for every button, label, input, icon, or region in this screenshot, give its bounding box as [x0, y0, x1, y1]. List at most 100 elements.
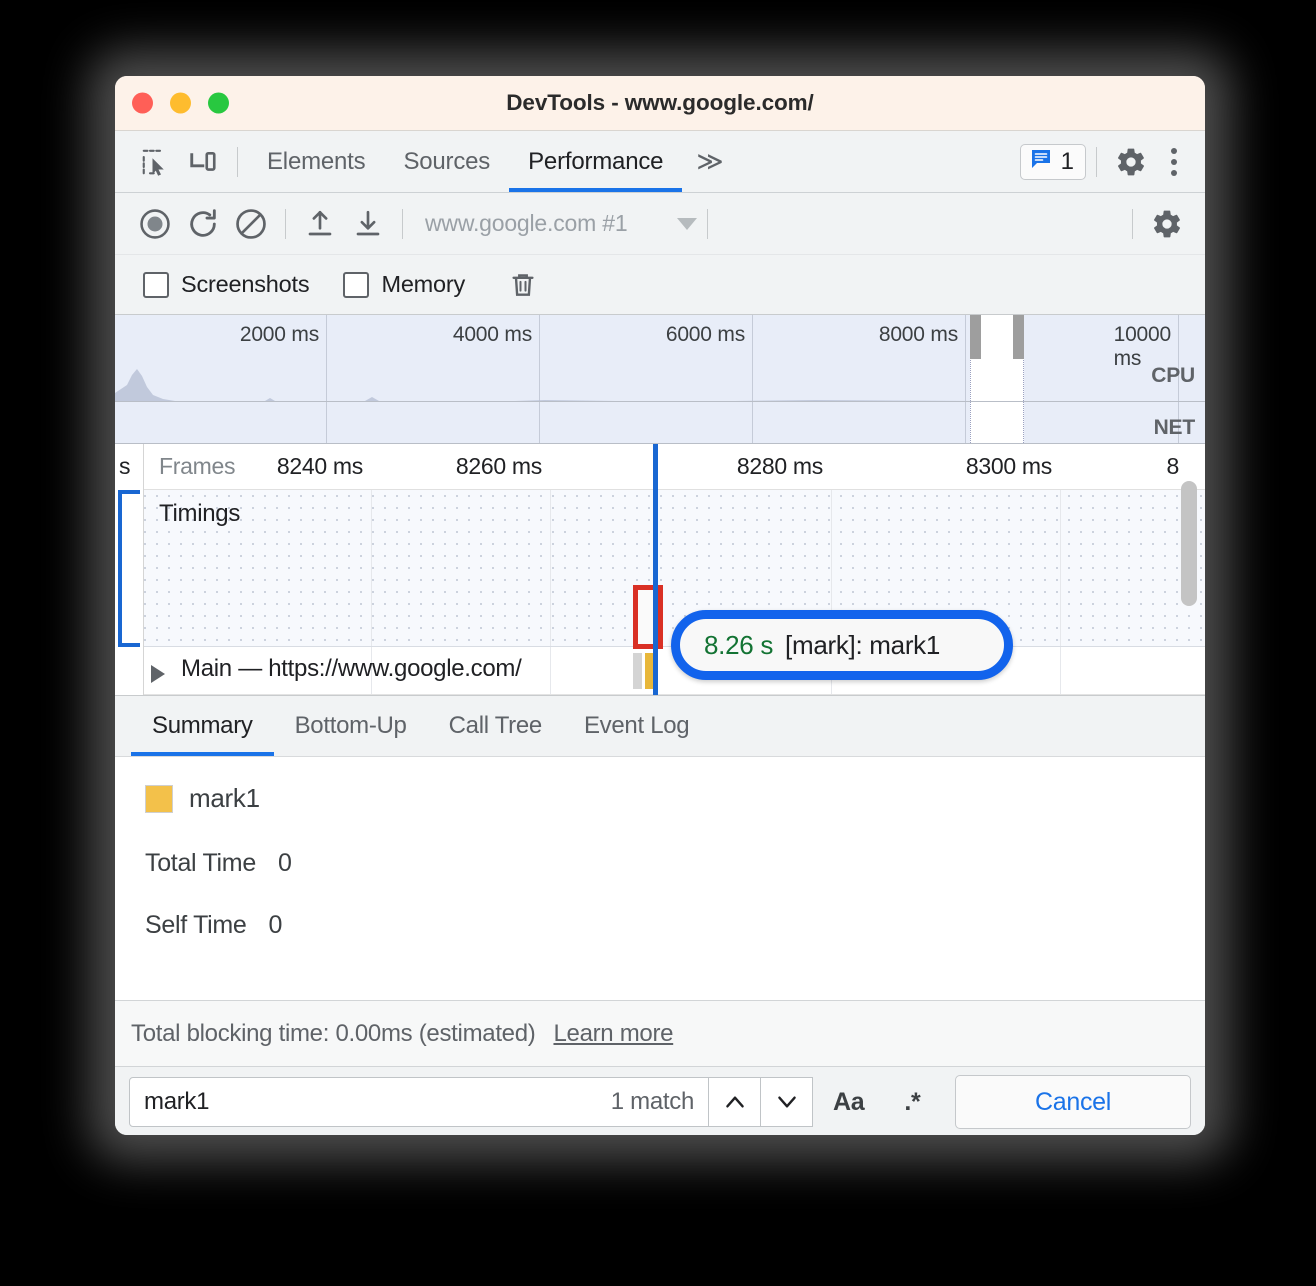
- total-time-value: 0: [278, 849, 292, 878]
- cancel-search-button[interactable]: Cancel: [955, 1075, 1191, 1129]
- window-traffic-lights[interactable]: [132, 93, 229, 114]
- search-next-button[interactable]: [761, 1077, 813, 1127]
- perfbar-divider-1: [285, 209, 286, 239]
- more-options-icon[interactable]: [1155, 148, 1193, 176]
- tabbar-divider-2: [1096, 147, 1097, 177]
- status-bar: Total blocking time: 0.00ms (estimated) …: [115, 1000, 1205, 1066]
- search-result-highlight-box: [633, 585, 663, 649]
- inspect-element-icon[interactable]: [131, 140, 179, 184]
- chevron-up-icon: [722, 1089, 748, 1115]
- chevron-down-icon: [774, 1089, 800, 1115]
- settings-gear-icon[interactable]: [1107, 140, 1155, 184]
- flame-gridline: [550, 647, 551, 694]
- total-time-label: Total Time: [145, 849, 256, 878]
- overview-cpu-net-divider: [115, 401, 1205, 402]
- issues-count: 1: [1061, 148, 1074, 176]
- summary-event-header: mark1: [145, 783, 1205, 814]
- search-input-wrapper[interactable]: mark1 1 match: [129, 1077, 709, 1127]
- recording-selector[interactable]: www.google.com #1: [425, 210, 627, 237]
- detail-tick: 8280 ms: [737, 453, 831, 480]
- regex-button[interactable]: .*: [884, 1088, 940, 1117]
- maximize-window-button[interactable]: [208, 93, 229, 114]
- screenshots-checkbox-row[interactable]: Screenshots: [143, 271, 309, 298]
- record-button[interactable]: [131, 202, 179, 246]
- tabbar-right-actions: 1: [1020, 140, 1205, 184]
- overview-tick: 4000 ms: [453, 323, 539, 347]
- devtools-main-tabbar: Elements Sources Performance ≫: [115, 131, 1205, 193]
- issues-button[interactable]: 1: [1020, 144, 1086, 180]
- close-window-button[interactable]: [132, 93, 153, 114]
- tab-sources-label: Sources: [403, 148, 490, 176]
- memory-label: Memory: [381, 271, 465, 298]
- save-profile-button[interactable]: [344, 202, 392, 246]
- overview-tick: 8000 ms: [879, 323, 965, 347]
- issues-icon: [1029, 147, 1053, 176]
- device-toolbar-icon[interactable]: [179, 140, 227, 184]
- tab-call-tree-label: Call Tree: [449, 712, 542, 740]
- more-tabs-icon[interactable]: ≫: [682, 146, 733, 177]
- search-prev-button[interactable]: [709, 1077, 761, 1127]
- memory-checkbox[interactable]: [343, 272, 369, 298]
- overview-handle-left[interactable]: [970, 315, 981, 359]
- detail-tick: 8: [1167, 453, 1188, 480]
- window-titlebar: DevTools - www.google.com/: [115, 76, 1205, 131]
- overview-tick: 6000 ms: [666, 323, 752, 347]
- tab-event-log[interactable]: Event Log: [563, 696, 710, 756]
- perfbar-divider-2: [402, 209, 403, 239]
- cpu-usage-graph: [115, 367, 975, 401]
- detail-tick: 8240 ms: [277, 453, 371, 480]
- track-main[interactable]: Main — https://www.google.com/: [115, 647, 1205, 695]
- flame-gridline: [371, 490, 372, 646]
- trash-icon[interactable]: [499, 263, 547, 307]
- memory-checkbox-row[interactable]: Memory: [343, 271, 465, 298]
- frames-track-label: Frames: [159, 453, 235, 480]
- summary-panel: mark1 Total Time 0 Self Time 0: [115, 757, 1205, 1000]
- screenshot-stage: DevTools - www.google.com/ Elements: [0, 0, 1316, 1286]
- event-tooltip-callout: 8.26 s [mark]: mark1: [671, 610, 1013, 680]
- summary-event-name: mark1: [189, 783, 260, 814]
- overview-selection-window[interactable]: [970, 315, 1024, 443]
- search-input[interactable]: mark1: [144, 1088, 209, 1116]
- clear-recording-button[interactable]: [227, 202, 275, 246]
- learn-more-link[interactable]: Learn more: [553, 1020, 673, 1048]
- screenshots-checkbox[interactable]: [143, 272, 169, 298]
- tooltip-timestamp: 8.26 s: [704, 630, 773, 661]
- blocking-time-text: Total blocking time: 0.00ms (estimated): [131, 1020, 535, 1048]
- tab-summary[interactable]: Summary: [131, 696, 274, 756]
- main-event-bar[interactable]: [633, 653, 642, 689]
- overview-lane-label-cpu: CPU: [1151, 364, 1195, 388]
- window-title: DevTools - www.google.com/: [115, 90, 1205, 116]
- self-time-value: 0: [269, 911, 283, 940]
- timeline-cursor[interactable]: [653, 444, 658, 695]
- overview-handle-right[interactable]: [1013, 315, 1024, 359]
- tab-sources[interactable]: Sources: [384, 131, 509, 192]
- expand-triangle-icon[interactable]: [151, 665, 165, 683]
- match-case-button[interactable]: Aa: [813, 1088, 884, 1117]
- search-bar: mark1 1 match Aa .* Cancel: [115, 1066, 1205, 1135]
- devtools-window: DevTools - www.google.com/ Elements: [115, 76, 1205, 1135]
- flame-chart-area[interactable]: Frames 8240 ms 8260 ms 8280 ms 8300 ms 8…: [115, 444, 1205, 695]
- tab-elements-label: Elements: [267, 148, 365, 176]
- tab-call-tree[interactable]: Call Tree: [428, 696, 563, 756]
- flame-chart-scrollbar[interactable]: [1181, 481, 1197, 606]
- capture-settings-gear-icon[interactable]: [1143, 202, 1191, 246]
- tab-bottom-up-label: Bottom-Up: [295, 712, 407, 740]
- track-timings[interactable]: Timings: [115, 490, 1205, 647]
- reload-and-record-button[interactable]: [179, 202, 227, 246]
- track-main-label: Main — https://www.google.com/: [181, 655, 521, 683]
- tab-performance[interactable]: Performance: [509, 131, 682, 192]
- selection-bracket: [118, 490, 140, 647]
- chevron-down-icon[interactable]: [677, 218, 697, 230]
- timeline-overview[interactable]: 2000 ms 4000 ms 6000 ms 8000 ms 10000 ms…: [115, 315, 1205, 444]
- tab-elements[interactable]: Elements: [248, 131, 384, 192]
- tooltip-label: [mark]: mark1: [785, 630, 940, 661]
- perfbar-divider-4: [1132, 209, 1133, 239]
- toolbar-divider: [237, 147, 238, 177]
- minimize-window-button[interactable]: [170, 93, 191, 114]
- load-profile-button[interactable]: [296, 202, 344, 246]
- track-timings-label: Timings: [159, 500, 240, 528]
- summary-row-total-time: Total Time 0: [145, 849, 1205, 878]
- screenshots-label: Screenshots: [181, 271, 309, 298]
- detail-timeline-ruler[interactable]: Frames 8240 ms 8260 ms 8280 ms 8300 ms 8: [115, 444, 1205, 490]
- tab-bottom-up[interactable]: Bottom-Up: [274, 696, 428, 756]
